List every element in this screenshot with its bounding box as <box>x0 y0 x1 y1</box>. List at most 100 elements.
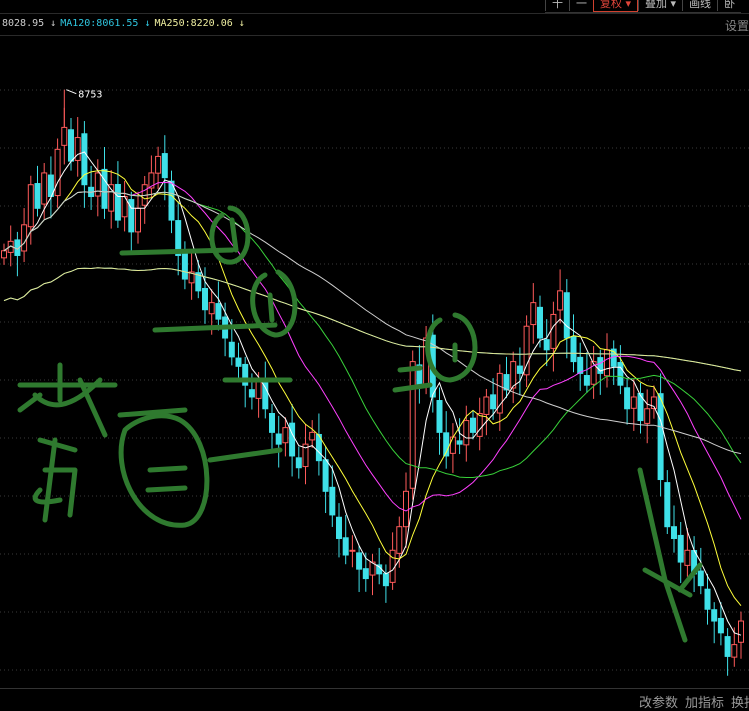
candle-down <box>583 375 590 386</box>
candle-down <box>570 336 577 363</box>
candle-up <box>550 313 557 349</box>
candle-down <box>503 374 510 391</box>
crosshair-button[interactable]: 十 <box>545 0 569 11</box>
handwritten-annotation <box>267 292 275 323</box>
candle-down <box>382 573 389 587</box>
high-arrow <box>66 89 77 95</box>
candle-up <box>731 644 738 658</box>
candle-down <box>617 362 624 386</box>
candle-up <box>135 207 141 233</box>
switch-indicator-button[interactable]: 换指 <box>731 692 749 711</box>
settings-button[interactable]: 设置 <box>725 17 749 34</box>
candle-down <box>322 459 329 492</box>
candle-down <box>356 552 363 570</box>
candle-down <box>269 412 275 433</box>
ma250-value: MA250:8220.06 ↓ <box>154 18 245 29</box>
candle-down <box>262 378 269 410</box>
candle-down <box>114 183 121 221</box>
candle-up <box>27 184 34 228</box>
handwritten-annotation <box>397 365 423 373</box>
candle-down <box>717 617 724 634</box>
candlestick-chart[interactable]: 8753 <box>0 0 749 688</box>
candle-down <box>228 341 235 358</box>
handwritten-annotation <box>207 447 283 463</box>
candle-up <box>61 126 68 146</box>
candle-down <box>68 129 74 162</box>
ma250-line <box>3 267 742 372</box>
high-label: 8753 <box>78 90 102 101</box>
candle-up <box>523 325 530 376</box>
candle-down <box>248 389 255 398</box>
candle-down <box>543 339 550 351</box>
candle-down <box>289 422 296 457</box>
more-button[interactable]: 卧 <box>717 0 741 11</box>
candle-down <box>537 306 543 339</box>
candle-down <box>202 287 208 311</box>
candle-up <box>94 172 101 197</box>
candle-up <box>208 302 215 315</box>
overlay-button[interactable]: 叠加 ▾ <box>638 0 682 11</box>
candle-down <box>275 433 282 445</box>
candle-up <box>510 361 517 389</box>
add-indicator-button[interactable]: 加指标 <box>685 692 724 711</box>
draw-button[interactable]: 画线 <box>682 0 717 11</box>
candle-up <box>403 490 409 528</box>
candle-up <box>557 290 564 311</box>
candle-down <box>704 588 711 610</box>
bottom-bar: 改参数 加指标 换指 <box>0 688 749 711</box>
candle-up <box>463 420 470 446</box>
candle-up <box>409 361 416 489</box>
candle-up <box>282 427 289 444</box>
candle-down <box>724 636 731 657</box>
candle-down <box>181 252 188 280</box>
candle-down <box>711 609 718 622</box>
candle-down <box>456 440 463 445</box>
candle-up <box>155 155 162 174</box>
ma120-line <box>3 267 742 372</box>
candle-up <box>74 137 81 161</box>
candle-down <box>516 365 523 374</box>
candle-up <box>396 526 403 554</box>
candle-up <box>309 431 316 441</box>
candle-down <box>671 526 677 539</box>
candle-up <box>738 620 744 643</box>
candle-up <box>449 436 456 454</box>
candle-down <box>563 292 570 339</box>
candle-up <box>54 148 61 197</box>
candle-up <box>630 396 637 409</box>
candle-up <box>1 250 7 259</box>
candle-down <box>436 400 443 433</box>
chart-toolbar: 十 一 复权 ▾ 叠加 ▾ 画线 卧 <box>545 0 742 13</box>
ma10-line <box>3 170 742 607</box>
candle-up <box>644 408 651 424</box>
change-params-button[interactable]: 改参数 <box>639 692 678 711</box>
ma20-line <box>3 181 742 520</box>
candle-up <box>530 302 537 326</box>
candle-down <box>677 534 684 563</box>
candle-down <box>362 568 369 580</box>
ma30-line <box>3 190 742 478</box>
ma120-value: MA120:8061.55 ↓ <box>60 18 151 29</box>
candle-down <box>657 393 664 481</box>
ma5-line <box>3 151 742 636</box>
divider <box>0 13 749 14</box>
line-button[interactable]: 一 <box>569 0 593 11</box>
candle-up <box>21 224 28 252</box>
candle-down <box>235 357 242 367</box>
candle-up <box>684 549 691 566</box>
adjust-button[interactable]: 复权 ▾ <box>593 0 639 12</box>
candle-up <box>483 396 490 415</box>
handwritten-annotation <box>209 205 251 265</box>
candle-down <box>342 537 349 556</box>
candle-down <box>295 457 302 469</box>
candle-down <box>577 356 584 374</box>
handwritten-annotation <box>117 407 188 493</box>
handwritten-annotation <box>17 362 108 438</box>
candle-up <box>349 549 356 552</box>
handwritten-annotation <box>32 437 78 523</box>
divider <box>0 35 749 36</box>
candle-up <box>41 172 48 205</box>
candle-down <box>329 486 336 516</box>
handwritten-annotation <box>392 382 433 393</box>
candle-down <box>624 387 631 410</box>
